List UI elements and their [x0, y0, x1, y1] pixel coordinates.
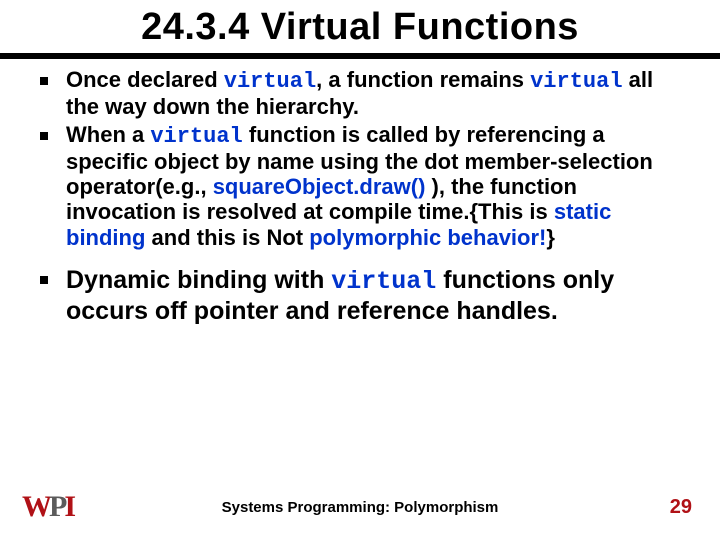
bullet-list: Once declared virtual, a function remain… — [40, 67, 692, 326]
wpi-logo: W P I — [22, 490, 75, 524]
keyword-virtual: virtual — [224, 69, 316, 94]
text: } — [546, 225, 555, 250]
bullet-3: Dynamic binding with virtual functions o… — [40, 266, 692, 326]
keyword-virtual: virtual — [530, 69, 622, 94]
slide-footer: W P I Systems Programming: Polymorphism … — [0, 490, 720, 524]
keyword-virtual: virtual — [150, 124, 242, 149]
term-polymorphic-behavior: polymorphic behavior! — [309, 225, 546, 250]
text: Dynamic binding with — [66, 266, 331, 294]
logo-letter-w: W — [22, 490, 51, 524]
text: , a function remains — [316, 67, 530, 92]
slide-content: Once declared virtual, a function remain… — [0, 59, 720, 326]
keyword-virtual: virtual — [331, 267, 436, 296]
bullet-2: When a virtual function is called by ref… — [40, 122, 692, 250]
text: Once declared — [66, 67, 224, 92]
text: and this is Not — [145, 225, 309, 250]
slide-title: 24.3.4 Virtual Functions — [0, 6, 720, 49]
title-bar: 24.3.4 Virtual Functions — [0, 0, 720, 59]
footer-caption: Systems Programming: Polymorphism — [222, 499, 499, 516]
page-number: 29 — [670, 496, 692, 519]
logo-letter-i: I — [64, 490, 75, 524]
text: When a — [66, 122, 150, 147]
code-example: squareObject.draw() — [213, 174, 426, 199]
bullet-1: Once declared virtual, a function remain… — [40, 67, 692, 120]
